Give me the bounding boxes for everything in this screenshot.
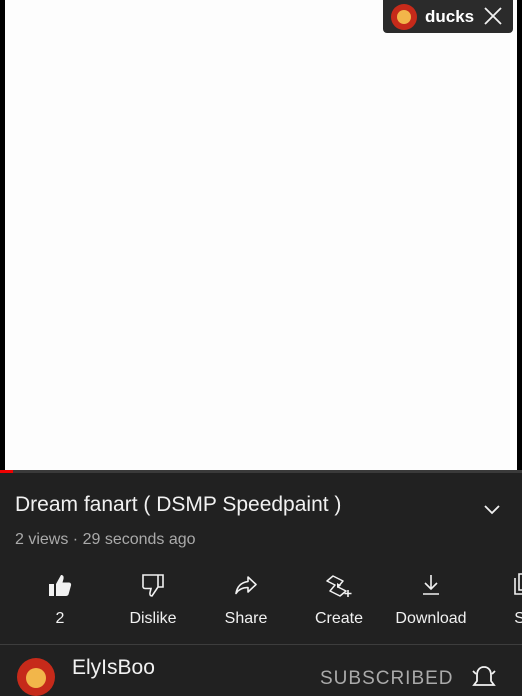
- save-icon: [514, 573, 522, 595]
- close-icon[interactable]: [483, 6, 503, 26]
- channel-avatar-icon: [391, 3, 417, 30]
- video-title: Dream fanart ( DSMP Speedpaint ): [15, 493, 342, 516]
- create-button[interactable]: Create: [293, 568, 385, 634]
- thumbs-up-icon: [49, 575, 72, 596]
- share-label: Share: [224, 610, 268, 627]
- save-button[interactable]: Sa: [478, 568, 522, 634]
- chevron-down-icon[interactable]: [482, 499, 502, 519]
- like-count: 2: [55, 610, 65, 627]
- download-label: Download: [395, 610, 467, 627]
- like-button[interactable]: 2: [14, 568, 106, 634]
- channel-row[interactable]: ElyIsBoo SUBSCRIBED: [0, 652, 522, 696]
- create-icon: [326, 575, 352, 597]
- video-title-row[interactable]: Dream fanart ( DSMP Speedpaint ): [15, 493, 510, 523]
- download-icon: [423, 575, 439, 595]
- avatar[interactable]: [17, 658, 55, 696]
- channel-name[interactable]: ElyIsBoo: [72, 656, 155, 680]
- filter-chip[interactable]: ducks: [383, 0, 513, 33]
- video-progress-bar[interactable]: [0, 470, 522, 473]
- bell-icon[interactable]: [470, 664, 498, 692]
- download-button[interactable]: Download: [385, 568, 477, 634]
- create-label: Create: [314, 610, 364, 627]
- share-icon: [235, 576, 257, 595]
- video-frame[interactable]: [5, 0, 517, 470]
- divider: [0, 644, 522, 645]
- video-meta: 2 views · 29 seconds ago: [15, 531, 196, 548]
- dislike-label: Dislike: [129, 610, 177, 627]
- action-bar: 2 Dislike Share Create Download Sa: [0, 568, 522, 638]
- video-progress-fill: [0, 470, 14, 473]
- video-player[interactable]: [0, 0, 522, 473]
- share-button[interactable]: Share: [200, 568, 292, 634]
- thumbs-down-icon: [142, 574, 164, 597]
- save-label: Sa: [514, 610, 522, 627]
- subscribed-button[interactable]: SUBSCRIBED: [320, 668, 454, 690]
- dislike-button[interactable]: Dislike: [107, 568, 199, 634]
- chip-label: ducks: [425, 6, 475, 26]
